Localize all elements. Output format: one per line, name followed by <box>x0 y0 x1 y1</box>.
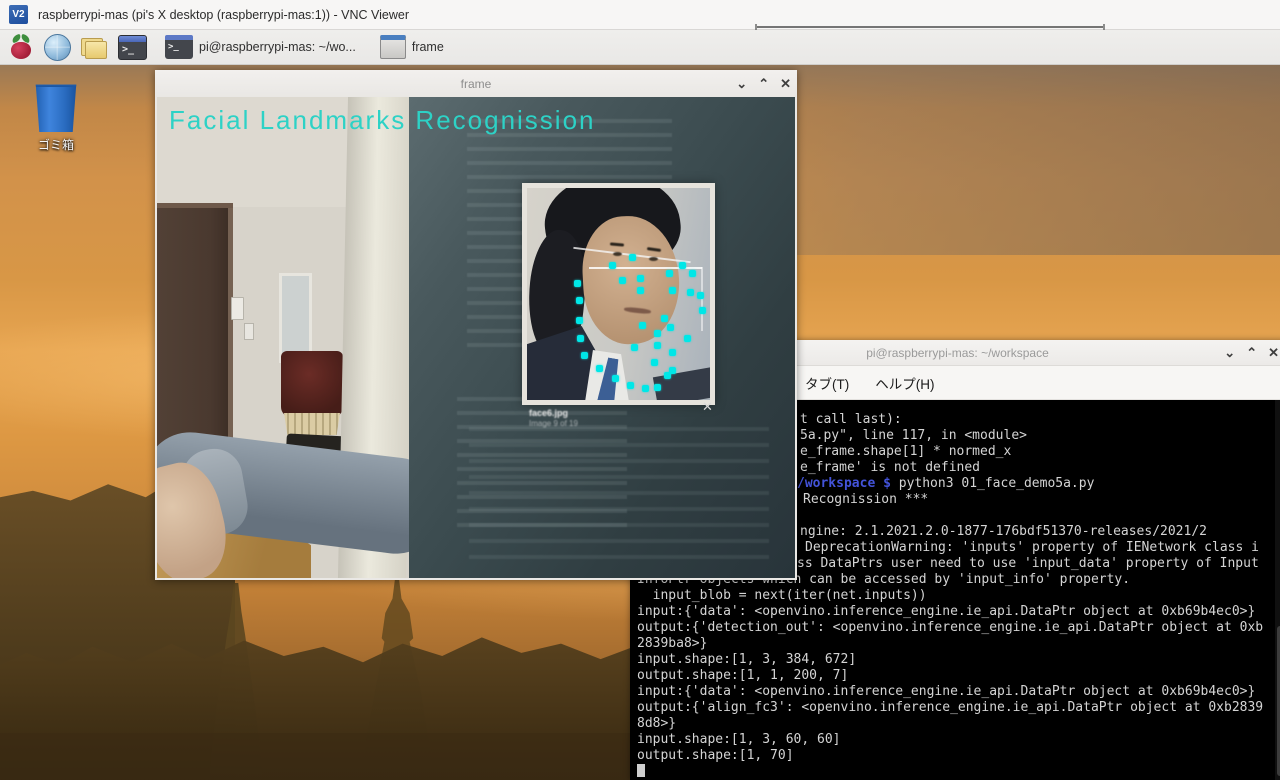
detection-box-right <box>701 267 703 331</box>
facial-landmark-dot <box>639 322 646 329</box>
close-button[interactable]: ✕ <box>780 77 791 90</box>
minimize-button[interactable]: ⌄ <box>736 77 747 90</box>
facial-landmark-dot <box>581 352 588 359</box>
file-manager-button[interactable] <box>81 38 108 59</box>
terminal-line: 2839ba8>} <box>637 636 1280 652</box>
facial-landmark-dot <box>577 335 584 342</box>
trash-icon <box>34 80 78 132</box>
close-button[interactable]: ✕ <box>1268 346 1279 359</box>
task-label: pi@raspberrypi-mas: ~/wo... <box>199 40 356 54</box>
trash-label: ゴミ箱 <box>26 136 86 153</box>
facial-landmark-dot <box>576 317 583 324</box>
terminal-cursor <box>637 764 645 777</box>
terminal-line: input:{'data': <openvino.inference_engin… <box>637 684 1280 700</box>
wall-frame <box>279 273 312 363</box>
light-switch <box>244 323 254 340</box>
facial-landmark-dot <box>637 287 644 294</box>
facial-landmark-dot <box>661 315 668 322</box>
terminal-line: 8d8>} <box>637 716 1280 732</box>
blurred-document-text <box>469 427 769 567</box>
facial-landmark-dot <box>666 270 673 277</box>
facial-landmark-dot <box>664 372 671 379</box>
frame-title: frame <box>461 77 492 91</box>
terminal-line: output.shape:[1, 1, 200, 7] <box>637 668 1280 684</box>
facial-landmark-dot <box>619 277 626 284</box>
facial-landmark-dot <box>684 335 691 342</box>
menu-item[interactable]: タブ(T) <box>805 377 849 392</box>
terminal-line: output:{'detection_out': <openvino.infer… <box>637 620 1280 636</box>
terminal-line: output.shape:[1, 70] <box>637 748 1280 764</box>
terminal-launcher-button[interactable]: >_ <box>118 35 147 60</box>
web-browser-button[interactable] <box>44 34 71 61</box>
taskbar: >_ >_ pi@raspberrypi-mas: ~/wo... frame <box>0 30 1280 65</box>
window-outline-artifact <box>755 26 1105 28</box>
facial-landmark-dot <box>654 342 661 349</box>
overlay-title: Facial Landmarks Recognission <box>169 105 596 136</box>
light-switch <box>231 297 244 320</box>
maximize-button[interactable]: ⌃ <box>1246 346 1257 359</box>
taskbar-task-terminal[interactable]: >_ pi@raspberrypi-mas: ~/wo... <box>159 32 362 62</box>
terminal-line: input.shape:[1, 3, 60, 60] <box>637 732 1280 748</box>
facial-landmark-dot <box>687 289 694 296</box>
frame-task-icon <box>380 35 406 59</box>
terminal-scrollbar[interactable] <box>1275 400 1280 780</box>
facial-landmark-dot <box>697 292 704 299</box>
facial-landmark-dot <box>627 382 634 389</box>
facial-landmark-dot <box>612 375 619 382</box>
facial-landmark-dot <box>679 262 686 269</box>
facial-landmark-dot <box>689 270 696 277</box>
facial-landmark-dot <box>642 385 649 392</box>
terminal-title: pi@raspberrypi-mas: ~/workspace <box>866 346 1049 360</box>
frame-titlebar[interactable]: frame ⌄ ⌃ ✕ <box>155 70 797 97</box>
camera-video-feed: face6.jpg Image 9 of 19 ✕ Facial Landmar… <box>157 97 795 578</box>
terminal-line: input:{'data': <openvino.inference_engin… <box>637 604 1280 620</box>
menu-item[interactable]: ヘルプ(H) <box>875 377 934 392</box>
photo-index: Image 9 of 19 <box>529 419 578 428</box>
photo-close-icon: ✕ <box>702 399 713 415</box>
facial-landmark-dot <box>654 330 661 337</box>
minimize-button[interactable]: ⌄ <box>1224 346 1235 359</box>
facial-landmark-dot <box>667 324 674 331</box>
face-photo <box>527 188 710 400</box>
facial-landmark-dot <box>609 262 616 269</box>
facial-landmark-dot <box>654 384 661 391</box>
photo-filename: face6.jpg <box>529 408 568 418</box>
facial-landmark-dot <box>669 287 676 294</box>
terminal-icon: >_ <box>122 44 134 55</box>
vnc-window-title: raspberrypi-mas (pi's X desktop (raspber… <box>38 8 409 22</box>
terminal-task-icon: >_ <box>165 35 193 59</box>
trash-shortcut[interactable]: ゴミ箱 <box>26 80 86 153</box>
hanging-cloth <box>281 351 343 417</box>
facial-landmark-dot <box>574 280 581 287</box>
vnc-viewer-window: V2 raspberrypi-mas (pi's X desktop (rasp… <box>0 0 1280 780</box>
facial-landmark-dot <box>629 254 636 261</box>
maximize-button[interactable]: ⌃ <box>758 77 769 90</box>
terminal-line: input.shape:[1, 3, 384, 672] <box>637 652 1280 668</box>
vnc-logo-icon: V2 <box>9 5 28 24</box>
taskbar-task-frame[interactable]: frame <box>374 32 450 62</box>
terminal-cursor-line <box>637 764 1280 780</box>
facial-landmark-dot <box>631 344 638 351</box>
app-menu-button[interactable] <box>8 34 34 60</box>
facial-landmark-dot <box>651 359 658 366</box>
terminal-line: output:{'align_fc3': <openvino.inference… <box>637 700 1280 716</box>
task-label: frame <box>412 40 444 54</box>
facial-landmark-dot <box>669 349 676 356</box>
facial-landmark-dot <box>637 275 644 282</box>
facial-landmark-dot <box>576 297 583 304</box>
frame-window: frame ⌄ ⌃ ✕ <box>155 70 797 580</box>
facial-landmark-dot <box>596 365 603 372</box>
terminal-line: input_blob = next(iter(net.inputs)) <box>637 588 1280 604</box>
facial-landmark-dot <box>699 307 706 314</box>
